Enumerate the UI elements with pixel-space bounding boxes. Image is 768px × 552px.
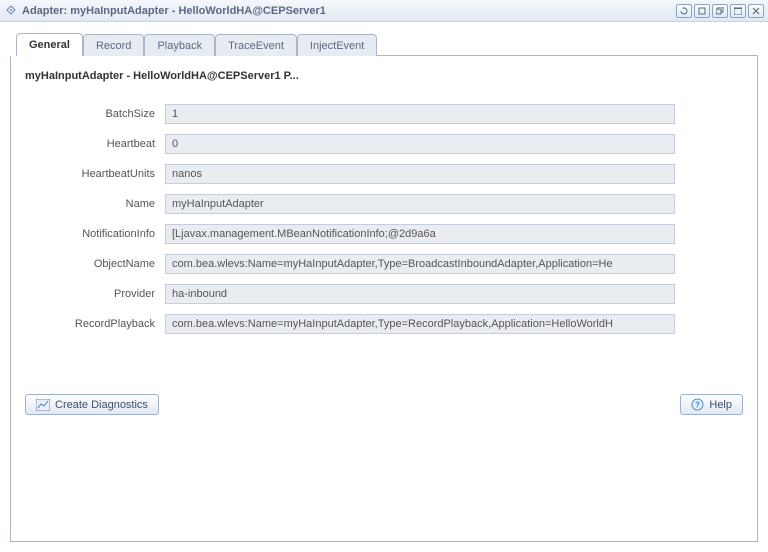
label-recordplayback: RecordPlayback xyxy=(25,318,165,330)
label-name: Name xyxy=(25,198,165,210)
window-controls xyxy=(676,4,764,18)
value-recordplayback[interactable]: com.bea.wlevs:Name=myHaInputAdapter,Type… xyxy=(165,314,675,334)
tab-general[interactable]: General xyxy=(16,33,83,56)
create-diagnostics-label: Create Diagnostics xyxy=(55,399,148,411)
reload-button[interactable] xyxy=(676,4,692,18)
label-objectname: ObjectName xyxy=(25,258,165,270)
row-objectname: ObjectName com.bea.wlevs:Name=myHaInputA… xyxy=(25,254,743,274)
label-provider: Provider xyxy=(25,288,165,300)
value-provider[interactable]: ha-inbound xyxy=(165,284,675,304)
create-diagnostics-button[interactable]: Create Diagnostics xyxy=(25,394,159,415)
window-title: Adapter: myHaInputAdapter - HelloWorldHA… xyxy=(22,5,676,17)
value-batchsize[interactable]: 1 xyxy=(165,104,675,124)
minimize-button[interactable] xyxy=(694,4,710,18)
titlebar: Adapter: myHaInputAdapter - HelloWorldHA… xyxy=(0,0,768,22)
diagnostics-icon xyxy=(36,399,50,411)
value-heartbeatunits[interactable]: nanos xyxy=(165,164,675,184)
row-notificationinfo: NotificationInfo [Ljavax.management.MBea… xyxy=(25,224,743,244)
adapter-icon xyxy=(4,4,18,18)
row-name: Name myHaInputAdapter xyxy=(25,194,743,214)
row-heartbeat: Heartbeat 0 xyxy=(25,134,743,154)
label-notificationinfo: NotificationInfo xyxy=(25,228,165,240)
label-heartbeat: Heartbeat xyxy=(25,138,165,150)
tab-traceevent[interactable]: TraceEvent xyxy=(215,34,297,56)
value-notificationinfo[interactable]: [Ljavax.management.MBeanNotificationInfo… xyxy=(165,224,675,244)
panel-title: myHaInputAdapter - HelloWorldHA@CEPServe… xyxy=(25,70,743,82)
help-label: Help xyxy=(709,399,732,411)
row-provider: Provider ha-inbound xyxy=(25,284,743,304)
close-button[interactable] xyxy=(748,4,764,18)
tab-record[interactable]: Record xyxy=(83,34,144,56)
value-objectname[interactable]: com.bea.wlevs:Name=myHaInputAdapter,Type… xyxy=(165,254,675,274)
general-panel: myHaInputAdapter - HelloWorldHA@CEPServe… xyxy=(10,56,758,542)
tab-injectevent[interactable]: InjectEvent xyxy=(297,34,377,56)
label-heartbeatunits: HeartbeatUnits xyxy=(25,168,165,180)
row-batchsize: BatchSize 1 xyxy=(25,104,743,124)
value-heartbeat[interactable]: 0 xyxy=(165,134,675,154)
tab-strip: General Record Playback TraceEvent Injec… xyxy=(16,30,758,56)
tab-playback[interactable]: Playback xyxy=(144,34,215,56)
value-name[interactable]: myHaInputAdapter xyxy=(165,194,675,214)
restore-button[interactable] xyxy=(712,4,728,18)
row-recordplayback: RecordPlayback com.bea.wlevs:Name=myHaIn… xyxy=(25,314,743,334)
maximize-button[interactable] xyxy=(730,4,746,18)
row-heartbeatunits: HeartbeatUnits nanos xyxy=(25,164,743,184)
svg-text:?: ? xyxy=(695,401,700,410)
button-bar: Create Diagnostics ? Help xyxy=(25,394,743,415)
help-icon: ? xyxy=(691,398,704,411)
label-batchsize: BatchSize xyxy=(25,108,165,120)
help-button[interactable]: ? Help xyxy=(680,394,743,415)
content-area: General Record Playback TraceEvent Injec… xyxy=(0,22,768,552)
